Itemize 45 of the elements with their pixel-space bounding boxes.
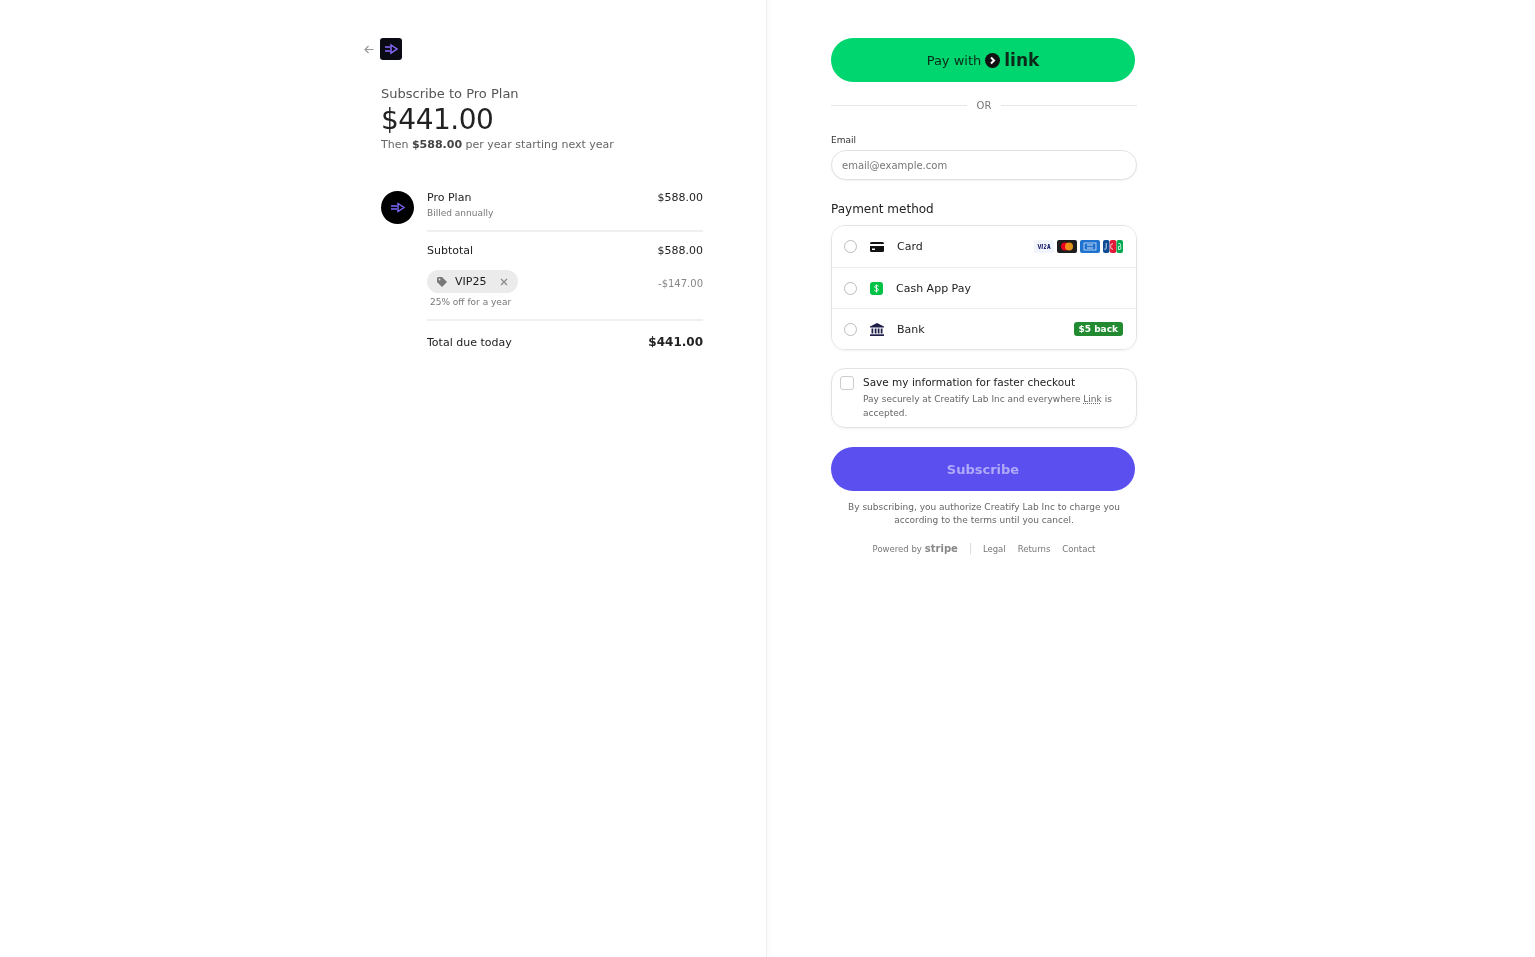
jcb-logo-icon (1103, 240, 1123, 253)
company-logo-icon (380, 38, 402, 60)
subtotal-label: Subtotal (427, 244, 474, 257)
terms-text: By subscribing, you authorize Creatify Lab Inc to charge you according to the terms until you cancel. (847, 501, 1121, 527)
email-label: Email (831, 135, 857, 145)
save-info-description: Pay securely at Creatify Lab Inc and everywhere Link is accepted. (863, 393, 1113, 420)
chevron-circle-icon (985, 52, 1001, 68)
link-info-link[interactable]: Link (1083, 394, 1102, 404)
product-name: Pro Plan (427, 191, 473, 204)
renewal-note: Then $588.00 per year starting next year (381, 138, 615, 151)
bank-icon (870, 322, 884, 336)
discount-value: -$147.00 (658, 278, 703, 289)
or-separator: OR (976, 100, 992, 111)
checkout-title: Subscribe to Pro Plan (381, 86, 520, 101)
payment-method-option[interactable]: Card (832, 226, 1136, 267)
cash-app-icon (870, 281, 883, 295)
amount-due: $441.00 (381, 103, 495, 136)
visa-logo-icon (1034, 240, 1054, 253)
footer-link[interactable]: Legal (982, 543, 1006, 554)
footer-link[interactable]: Returns (1017, 543, 1051, 554)
promo-code: VIP25 (455, 275, 487, 288)
tag-icon (437, 276, 447, 287)
stripe-wordmark: stripe (924, 543, 958, 554)
promo-note: 25% off for a year (430, 297, 513, 307)
mastercard-logo-icon (1057, 240, 1077, 253)
payment-method-option[interactable]: Cash App Pay (832, 267, 1136, 308)
product-icon (381, 191, 414, 224)
close-icon[interactable] (500, 277, 509, 286)
payment-method-option[interactable]: Bank $5 back (832, 308, 1136, 349)
cashback-badge: $5 back (1073, 322, 1123, 336)
card-icon (870, 241, 884, 252)
subtotal-value: $588.00 (657, 244, 703, 257)
amex-logo-icon (1080, 240, 1100, 253)
back-arrow-icon[interactable] (364, 44, 374, 54)
save-info-checkbox[interactable] (840, 376, 854, 390)
save-info-title: Save my information for faster checkout (863, 376, 1076, 388)
billing-note: Billed annually (427, 208, 494, 218)
pay-with-link-button[interactable]: Pay with link (831, 38, 1135, 82)
total-label: Total due today (427, 335, 512, 349)
total-value: $441.00 (648, 335, 703, 349)
product-price: $588.00 (657, 191, 703, 204)
powered-by-label: Powered by (872, 544, 922, 554)
payment-method-heading: Payment method (831, 202, 935, 216)
footer-link[interactable]: Contact (1062, 543, 1096, 554)
email-field[interactable]: email@example.com (831, 150, 1137, 180)
